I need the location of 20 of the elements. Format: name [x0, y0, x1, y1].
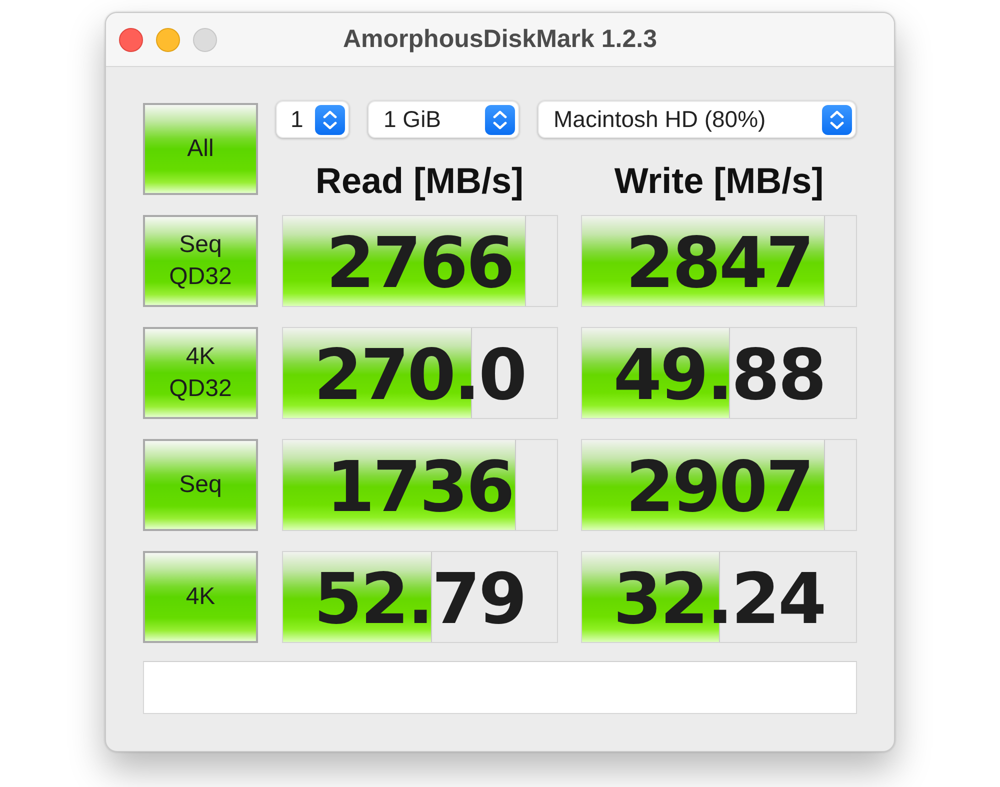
popup-button[interactable]: Macintosh HD (80%): [538, 101, 856, 138]
popup-button[interactable]: 1 GiB: [368, 101, 518, 138]
test-button[interactable]: Seq QD32: [143, 215, 258, 307]
speed-value: 2847: [626, 228, 812, 298]
column-header: Write [MB/s]: [614, 162, 824, 200]
all-button[interactable]: All: [143, 103, 258, 195]
speed-value: 2766: [326, 228, 513, 298]
stepper-icon: [314, 104, 344, 134]
test-button[interactable]: 4K: [143, 551, 258, 643]
stepper-icon: [484, 104, 514, 134]
speed-value: 2907: [626, 452, 812, 522]
stepper-icon: [822, 104, 852, 134]
popup-button[interactable]: 1: [276, 101, 348, 138]
speed-value: 1736: [326, 452, 513, 522]
window-title: AmorphousDiskMark 1.2.3: [343, 25, 657, 54]
minimize-button[interactable]: [156, 28, 180, 52]
test-button[interactable]: Seq: [143, 439, 258, 531]
close-button[interactable]: [119, 28, 143, 52]
test-button[interactable]: 4K QD32: [143, 327, 258, 419]
column-header: Read [MB/s]: [315, 162, 524, 200]
